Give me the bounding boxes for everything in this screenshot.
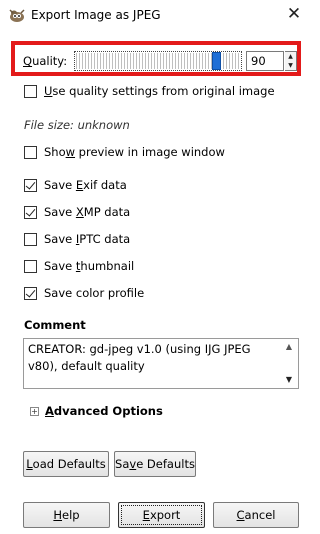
checkbox[interactable] bbox=[24, 178, 37, 192]
advanced-options-expander[interactable]: + Advanced Options bbox=[30, 403, 163, 419]
quality-slider-handle[interactable] bbox=[212, 52, 221, 70]
export-button[interactable]: Export bbox=[118, 502, 205, 528]
option-save-color-profile[interactable]: Save color profile bbox=[24, 284, 144, 302]
comment-scrollbar[interactable]: ▲ ▼ bbox=[282, 340, 296, 387]
window-title: Export Image as JPEG bbox=[31, 8, 161, 22]
help-button[interactable]: Help bbox=[23, 502, 110, 528]
spin-up-icon[interactable]: ▲ bbox=[285, 52, 296, 61]
checkbox[interactable] bbox=[24, 286, 37, 300]
checkbox[interactable] bbox=[24, 232, 37, 246]
option-use-original-quality[interactable]: Use quality settings from original image bbox=[24, 82, 275, 100]
checkbox[interactable] bbox=[24, 145, 37, 159]
option-save-exif[interactable]: Save Exif data bbox=[24, 176, 127, 194]
checkbox[interactable] bbox=[24, 259, 37, 273]
quality-value-field[interactable]: 90 bbox=[246, 51, 284, 71]
quality-spinner[interactable]: ▲ ▼ bbox=[285, 51, 297, 71]
load-defaults-button[interactable]: Load Defaults bbox=[23, 451, 109, 477]
checkbox[interactable] bbox=[24, 84, 37, 98]
option-save-iptc[interactable]: Save IPTC data bbox=[24, 230, 130, 248]
scroll-up-icon[interactable]: ▲ bbox=[282, 340, 296, 354]
option-save-xmp[interactable]: Save XMP data bbox=[24, 203, 130, 221]
gimp-icon bbox=[8, 7, 26, 23]
close-icon[interactable]: ✕ bbox=[284, 4, 304, 24]
option-save-thumbnail[interactable]: Save thumbnail bbox=[24, 257, 134, 275]
quality-label: Quality: bbox=[23, 54, 68, 68]
scroll-down-icon[interactable]: ▼ bbox=[282, 373, 296, 387]
checkbox[interactable] bbox=[24, 205, 37, 219]
spin-down-icon[interactable]: ▼ bbox=[285, 61, 296, 70]
expand-plus-icon[interactable]: + bbox=[30, 406, 39, 416]
option-show-preview[interactable]: Show preview in image window bbox=[24, 143, 225, 161]
file-size-text: File size: unknown bbox=[24, 118, 130, 132]
comment-text: CREATOR: gd-jpeg v1.0 (using IJG JPEG v8… bbox=[28, 342, 251, 373]
comment-heading: Comment bbox=[24, 318, 86, 332]
cancel-button[interactable]: Cancel bbox=[213, 502, 299, 528]
save-defaults-button[interactable]: Sa v e Defaults bbox=[114, 451, 196, 477]
